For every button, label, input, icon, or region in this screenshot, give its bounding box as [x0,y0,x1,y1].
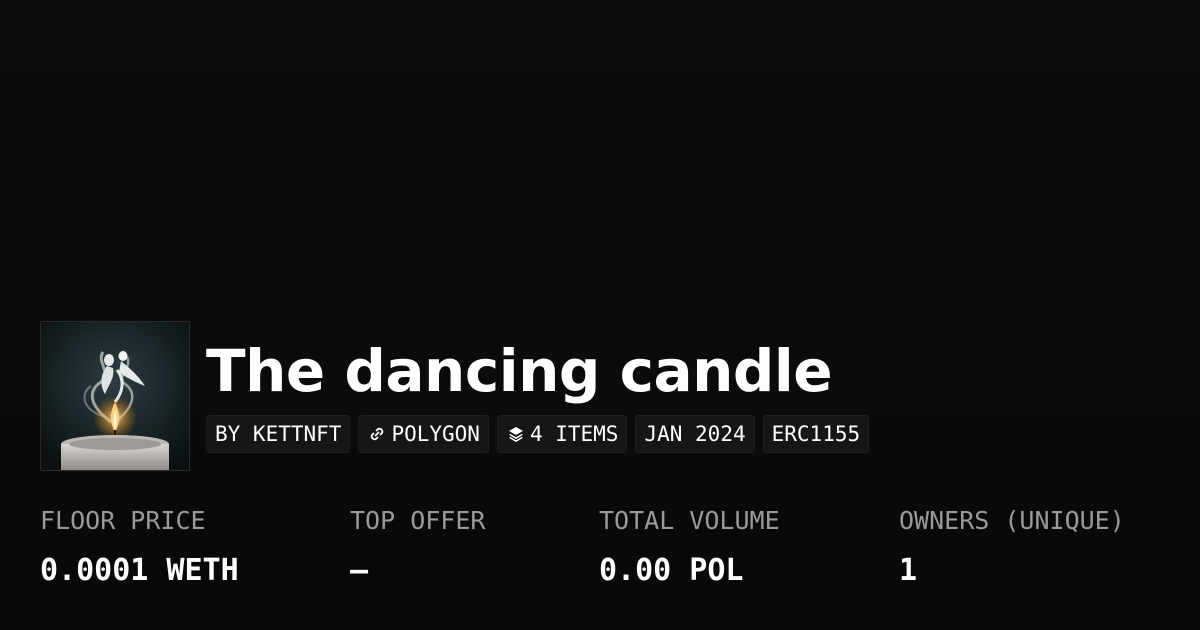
created-date-tag: JAN 2024 [635,415,755,453]
items-count-label: 4 ITEMS [529,422,619,446]
creator-tag-label: BY KETTNFT [215,422,342,446]
chain-tag-label: POLYGON [391,422,480,446]
layers-icon [506,424,526,444]
stat-value: 1 [899,553,918,588]
collection-share-card: The dancing candle BY KETTNFT POLYGON 4 … [0,0,1200,630]
items-count-tag[interactable]: 4 ITEMS [496,415,628,453]
chain-link-icon [367,424,387,444]
chain-tag[interactable]: POLYGON [358,415,489,453]
stat-value: 0.0001 WETH [40,553,239,588]
stat-label: TOP OFFER [350,506,486,535]
candle-artwork-image [41,322,189,470]
collection-tags: BY KETTNFT POLYGON 4 ITEMS JAN 2024 ERC1… [206,415,870,453]
collection-stats: FLOOR PRICE 0.0001 WETH TOP OFFER — TOTA… [40,504,1180,604]
created-date-label: JAN 2024 [644,422,746,446]
collection-title: The dancing candle [206,337,833,405]
stat-floor-price: FLOOR PRICE 0.0001 WETH [40,504,239,588]
stat-label: OWNERS (UNIQUE) [899,506,1125,535]
token-standard-tag: ERC1155 [762,415,870,453]
stat-label: FLOOR PRICE [40,506,206,535]
stat-total-volume: TOTAL VOLUME 0.00 POL [599,504,780,588]
stat-label: TOTAL VOLUME [599,506,780,535]
stat-value: — [350,553,369,588]
collection-thumbnail[interactable] [40,321,190,471]
stat-value: 0.00 POL [599,553,744,588]
token-standard-label: ERC1155 [771,422,861,446]
creator-tag[interactable]: BY KETTNFT [206,415,351,453]
stat-owners: OWNERS (UNIQUE) 1 [899,504,1125,588]
stat-top-offer: TOP OFFER — [350,504,485,588]
